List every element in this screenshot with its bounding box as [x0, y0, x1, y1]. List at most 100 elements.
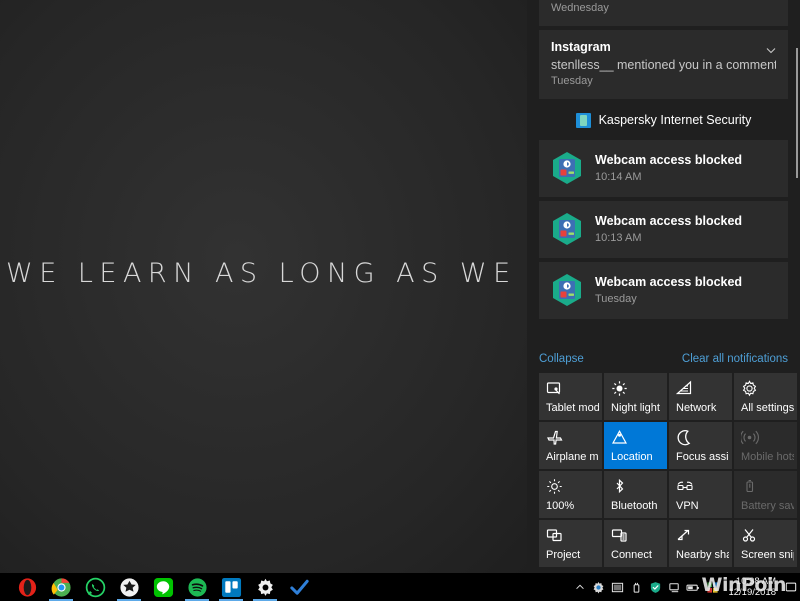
quick-action-tile-brightness[interactable]: 100% [539, 471, 602, 518]
gear-blue-icon[interactable] [589, 573, 608, 601]
notification-title: Webcam access blocked [595, 153, 743, 167]
quick-action-tile-battery-saver[interactable]: Battery saver [734, 471, 797, 518]
tile-label: Mobile hotspot [741, 451, 794, 463]
tile-label: Network [676, 402, 717, 414]
notification-timestamp: 10:13 AM [595, 232, 642, 244]
quick-action-tile-airplane-mode[interactable]: Airplane mode [539, 422, 602, 469]
notification-text-column: Webcam access blocked Tuesday [595, 273, 776, 307]
battery-saver-icon [741, 478, 759, 496]
battery-icon[interactable] [684, 573, 703, 601]
quick-actions-area: Collapse Clear all notifications Tablet … [527, 346, 800, 573]
taskbar-app-settings[interactable] [248, 573, 282, 601]
screen-snip-icon [741, 527, 759, 545]
action-center-panel: Instagram Wednesday Instagram stenlless_… [527, 0, 800, 573]
webcam-blocked-icon [551, 212, 583, 246]
chevron-up-icon[interactable] [570, 573, 589, 601]
tile-label: Bluetooth [611, 500, 658, 512]
desktop-wallpaper[interactable]: WE LEARN AS LONG AS WE LIFE [0, 0, 527, 573]
notification-text-column: Webcam access blocked 10:14 AM [595, 151, 776, 185]
notification-app-name: Instagram [551, 40, 611, 54]
discord-icon [119, 577, 139, 597]
system-tray: 10:38 AM 12/19/2018 WinPoin [570, 573, 800, 601]
notification-timestamp: Wednesday [551, 2, 609, 14]
quick-action-tile-bluetooth[interactable]: Bluetooth [604, 471, 667, 518]
chevron-down-icon[interactable] [764, 43, 778, 57]
notification-list-scroll-area[interactable]: Instagram Wednesday Instagram stenlless_… [527, 0, 800, 346]
notification-card[interactable]: Webcam access blocked 10:13 AM [539, 201, 788, 258]
tablet-mode-icon [546, 380, 564, 398]
collapse-link[interactable]: Collapse [539, 353, 584, 365]
taskbar-app-line[interactable] [146, 573, 180, 601]
notification-card[interactable]: Instagram Wednesday [539, 0, 788, 26]
taskbar-app-opera[interactable] [10, 573, 44, 601]
checkmark-icon [289, 579, 309, 595]
notification-group-header[interactable]: Kaspersky Internet Security [539, 106, 788, 134]
chrome-icon [51, 577, 71, 597]
quick-action-tile-focus-assist[interactable]: Focus assist [669, 422, 732, 469]
quick-action-tile-vpn[interactable]: VPN [669, 471, 732, 518]
webcam-blocked-icon [551, 151, 583, 185]
notification-card[interactable]: Instagram stenlless__ mentioned you in a… [539, 30, 788, 99]
quick-action-tile-screen-snip[interactable]: Screen snip [734, 520, 797, 567]
night-light-icon [611, 380, 629, 398]
tile-label: VPN [676, 500, 699, 512]
taskbar: 10:38 AM 12/19/2018 WinPoin [0, 573, 800, 601]
taskbar-app-trello[interactable] [214, 573, 248, 601]
tile-label: Tablet mode [546, 402, 599, 414]
tile-label: Connect [611, 549, 652, 561]
notification-timestamp: 10:14 AM [595, 171, 642, 183]
quick-action-tile-connect[interactable]: Connect [604, 520, 667, 567]
notification-group-title: Kaspersky Internet Security [598, 113, 752, 127]
gear-icon [741, 380, 759, 398]
notification-list: Instagram Wednesday Instagram stenlless_… [527, 0, 800, 323]
tile-label: Night light [611, 402, 660, 414]
taskbar-clock[interactable]: 10:38 AM 12/19/2018 [722, 573, 784, 601]
project-icon [546, 527, 564, 545]
notification-title: Webcam access blocked [595, 214, 743, 228]
line-icon [153, 577, 173, 597]
tile-label: All settings [741, 402, 794, 414]
quick-action-tile-network[interactable]: Network [669, 373, 732, 420]
brightness-icon [546, 478, 564, 496]
notification-card[interactable]: Webcam access blocked Tuesday [539, 262, 788, 319]
notification-timestamp: Tuesday [551, 75, 593, 87]
action-center-button[interactable] [784, 573, 798, 601]
network-tray-icon[interactable] [665, 573, 684, 601]
taskbar-app-buttons [0, 573, 316, 601]
nearby-sharing-icon [676, 527, 694, 545]
quick-action-tile-mobile-hotspot[interactable]: Mobile hotspot [734, 422, 797, 469]
quick-action-tile-all-settings[interactable]: All settings [734, 373, 797, 420]
tile-label: 100% [546, 500, 575, 512]
windows-desktop-screen: WE LEARN AS LONG AS WE LIFE Instagram We… [0, 0, 800, 601]
taskbar-app-discord[interactable] [112, 573, 146, 601]
quick-action-tile-tablet-mode[interactable]: Tablet mode [539, 373, 602, 420]
spotify-icon [187, 577, 207, 597]
tile-label: Screen snip [741, 549, 794, 561]
kaspersky-icon [575, 112, 591, 128]
opera-icon [18, 577, 36, 597]
clear-all-notifications-link[interactable]: Clear all notifications [682, 353, 788, 365]
notification-card[interactable]: Webcam access blocked 10:14 AM [539, 140, 788, 197]
connect-icon [611, 527, 629, 545]
quick-action-tile-location[interactable]: Location [604, 422, 667, 469]
taskbar-app-whatsapp[interactable] [78, 573, 112, 601]
quick-action-tile-grid: Tablet mode Night light [527, 373, 800, 571]
vpn-icon [676, 478, 694, 496]
quick-action-tile-nearby-sharing[interactable]: Nearby sharing [669, 520, 732, 567]
display-icon[interactable] [608, 573, 627, 601]
tile-label: Project [546, 549, 581, 561]
clock-date: 12/19/2018 [728, 587, 776, 598]
notification-scrollbar-thumb[interactable] [796, 48, 798, 178]
moon-icon [676, 429, 694, 447]
shield-icon[interactable] [646, 573, 665, 601]
quick-action-tile-project[interactable]: Project [539, 520, 602, 567]
tile-label: Nearby sharing [676, 549, 729, 561]
windows-tiles-icon[interactable] [703, 573, 722, 601]
notification-title: Webcam access blocked [595, 275, 743, 289]
quick-action-tile-night-light[interactable]: Night light [604, 373, 667, 420]
taskbar-app-spotify[interactable] [180, 573, 214, 601]
taskbar-app-chrome[interactable] [44, 573, 78, 601]
taskbar-app-todo[interactable] [282, 573, 316, 601]
notification-text-column: Webcam access blocked 10:13 AM [595, 212, 776, 246]
usb-icon[interactable] [627, 573, 646, 601]
